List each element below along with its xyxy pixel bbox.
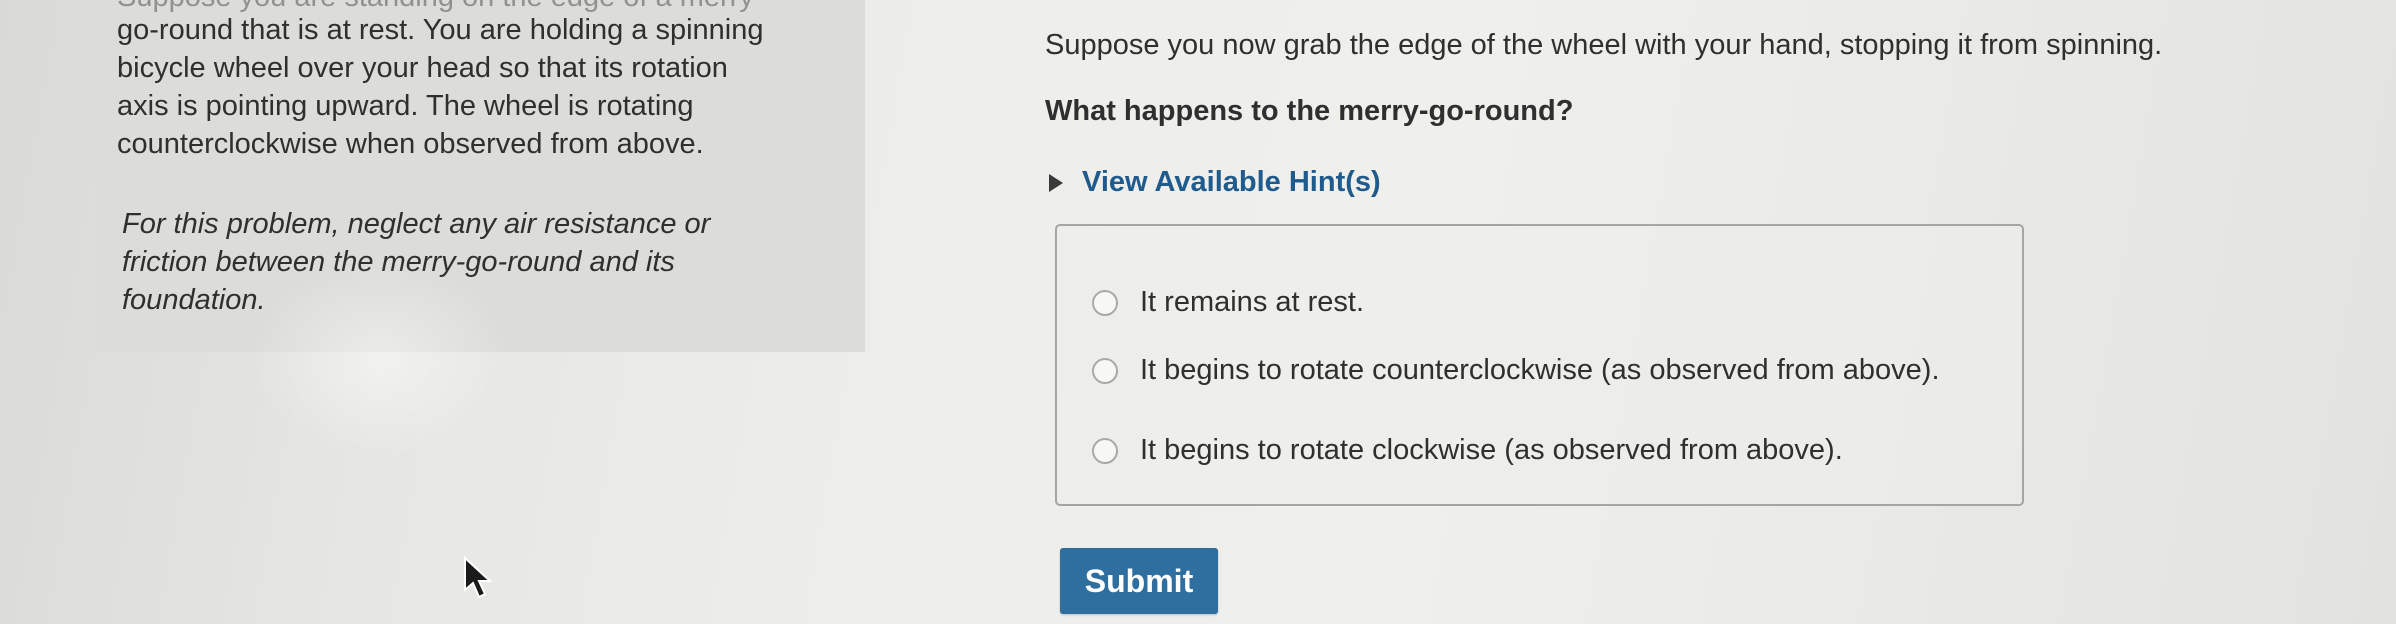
submit-button[interactable]: Submit (1060, 548, 1218, 614)
note-line: friction between the merry-go-round and … (122, 246, 675, 278)
option-label: It begins to rotate counterclockwise (as… (1140, 354, 1940, 386)
triangle-right-icon (1045, 172, 1067, 194)
question-prompt: What happens to the merry-go-round? (1045, 95, 1574, 127)
note-line: For this problem, neglect any air resist… (122, 208, 711, 240)
option-label: It remains at rest. (1140, 286, 1365, 318)
view-hints-toggle[interactable]: View Available Hint(s) (1045, 166, 1381, 199)
answer-options: It remains at rest. It begins to rotate … (1055, 224, 2024, 506)
question-statement: Suppose you now grab the edge of the whe… (1045, 29, 2163, 61)
radio-button[interactable] (1092, 289, 1118, 316)
option-remains-at-rest[interactable]: It remains at rest. (1092, 286, 1364, 319)
problem-statement: go-round that is at rest. You are holdin… (117, 11, 817, 163)
option-label: It begins to rotate clockwise (as observ… (1140, 434, 1843, 466)
option-clockwise[interactable]: It begins to rotate clockwise (as observ… (1092, 434, 1843, 467)
problem-note: For this problem, neglect any air resist… (122, 205, 782, 319)
problem-line: go-round that is at rest. You are holdin… (117, 14, 764, 46)
problem-line: axis is pointing upward. The wheel is ro… (117, 90, 694, 122)
problem-line: counterclockwise when observed from abov… (117, 128, 704, 160)
option-counterclockwise[interactable]: It begins to rotate counterclockwise (as… (1092, 354, 1940, 387)
view-hints-label: View Available Hint(s) (1082, 166, 1381, 198)
problem-line: bicycle wheel over your head so that its… (117, 52, 728, 84)
radio-button[interactable] (1092, 357, 1118, 384)
radio-button[interactable] (1092, 437, 1118, 464)
mouse-pointer-icon (464, 556, 493, 599)
note-line: foundation. (122, 284, 266, 316)
